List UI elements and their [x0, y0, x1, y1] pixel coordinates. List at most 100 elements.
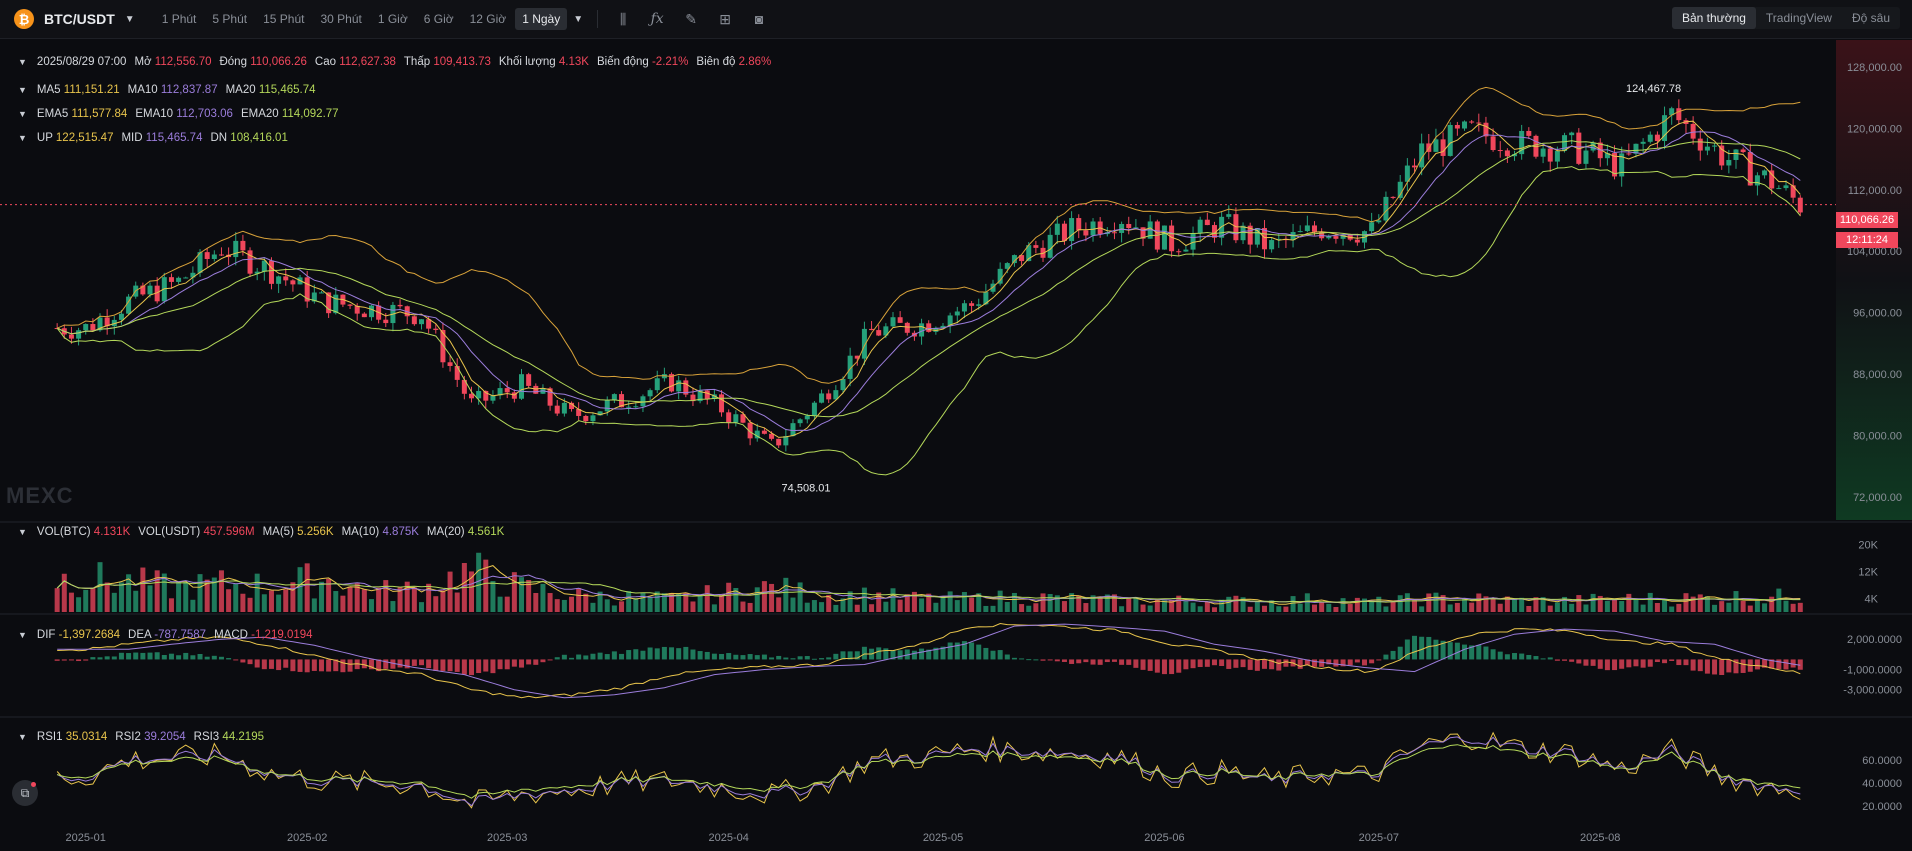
- macd-histogram-bar: [154, 652, 160, 660]
- volume-bar: [590, 602, 596, 612]
- candle-up: [590, 415, 596, 422]
- collapse-caret-icon[interactable]: ▼: [18, 630, 27, 640]
- candle-up: [276, 276, 282, 284]
- volume-bar: [1226, 596, 1232, 612]
- symbol-selector[interactable]: BTC/USDT: [44, 11, 115, 27]
- volume-bar: [619, 601, 625, 612]
- ema-legend: ▼ EMA5 111,577.84 EMA10 112,703.06 EMA20…: [18, 108, 339, 120]
- view-tradingview[interactable]: TradingView: [1756, 7, 1842, 29]
- macd-histogram-bar: [511, 659, 517, 667]
- macd-histogram-bar: [140, 652, 146, 660]
- boll-dn-value: 108,416.01: [230, 132, 288, 144]
- macd-histogram-bar: [1462, 644, 1468, 660]
- volume-bar: [1061, 601, 1067, 612]
- macd-histogram-bar: [1204, 659, 1210, 667]
- settings-fab-icon[interactable]: ⧉: [12, 780, 38, 806]
- price-tick-label: 80,000.00: [1853, 431, 1902, 443]
- collapse-caret-icon[interactable]: ▼: [18, 85, 27, 95]
- collapse-caret-icon[interactable]: ▼: [18, 57, 27, 67]
- layout-grid-icon[interactable]: ⊞: [716, 11, 734, 28]
- macd-histogram-bar: [1133, 659, 1139, 668]
- volume-bar: [340, 595, 346, 612]
- macd-histogram-bar: [454, 659, 460, 672]
- volume-bar: [1719, 601, 1725, 612]
- camera-icon[interactable]: ◙: [750, 11, 768, 27]
- candle-down: [1176, 251, 1182, 253]
- macd-histogram-bar: [490, 659, 496, 674]
- candle-up: [1369, 222, 1375, 232]
- collapse-caret-icon[interactable]: ▼: [18, 732, 27, 742]
- volume-bars-group: [54, 552, 1803, 612]
- candle-down: [726, 412, 732, 423]
- volume-bar: [890, 588, 896, 612]
- macd-histogram-bar: [661, 646, 667, 660]
- indicator-fx-icon[interactable]: ƒx: [648, 11, 666, 27]
- interval-tab-3[interactable]: 30 Phút: [313, 8, 368, 30]
- candle-down: [283, 276, 289, 281]
- volume-bar: [1047, 594, 1053, 612]
- volume-bar: [1326, 603, 1332, 612]
- volume-bar: [283, 589, 289, 612]
- interval-tab-2[interactable]: 15 Phút: [256, 8, 311, 30]
- candle-down: [1719, 145, 1725, 166]
- price-tick-label: 112,000.00: [1848, 185, 1902, 197]
- interval-tab-5[interactable]: 6 Giờ: [417, 8, 461, 30]
- amplitude-label: Biên độ: [696, 56, 736, 68]
- candle-down: [1454, 124, 1460, 129]
- interval-dropdown-caret-icon[interactable]: ▼: [573, 14, 583, 25]
- volume-bar: [1669, 606, 1675, 612]
- volume-bar: [1340, 598, 1346, 612]
- macd-histogram-bar: [1219, 659, 1225, 666]
- candle-down: [1526, 130, 1532, 136]
- volume-bar: [361, 589, 367, 612]
- volume-bar: [297, 567, 303, 612]
- volume-bar: [747, 602, 753, 612]
- candle-down: [1354, 239, 1360, 243]
- collapse-caret-icon[interactable]: ▼: [18, 109, 27, 119]
- price-tick-label: 120,000.00: [1847, 123, 1902, 135]
- candle-type-icon[interactable]: ⫼: [614, 11, 632, 28]
- macd-histogram-bar: [604, 654, 610, 660]
- volume-bar: [640, 592, 646, 612]
- macd-histogram-bar: [811, 658, 817, 660]
- volume-bar: [176, 581, 182, 612]
- volume-bar: [304, 563, 310, 612]
- candle-down: [68, 334, 74, 339]
- draw-pencil-icon[interactable]: ✎: [682, 11, 700, 28]
- symbol-dropdown-caret-icon[interactable]: ▼: [125, 14, 135, 25]
- volume-bar: [1276, 606, 1282, 612]
- candle-up: [604, 399, 610, 412]
- ma10-line: [56, 131, 1801, 432]
- view-standard[interactable]: Bản thường: [1671, 7, 1756, 29]
- price-chart-svg[interactable]: 2025-01 2025-02 2025-03 2025-04 2025-05 2025-…: [0, 39, 1912, 848]
- chart-area[interactable]: 2025-01 2025-02 2025-03 2025-04 2025-05 2025-…: [0, 39, 1912, 848]
- interval-tab-4[interactable]: 1 Giờ: [371, 8, 415, 30]
- volume-bar: [769, 583, 775, 612]
- collapse-caret-icon[interactable]: ▼: [18, 527, 27, 537]
- view-depth[interactable]: Độ sâu: [1842, 7, 1900, 29]
- volume-bar: [1197, 606, 1203, 612]
- dea-label: DEA: [128, 629, 152, 641]
- volume-bar: [1512, 598, 1518, 612]
- volume-bar: [433, 596, 439, 612]
- interval-tab-7[interactable]: 1 Ngày: [515, 8, 568, 30]
- ma-legend: ▼ MA5 111,151.21 MA10 112,837.87 MA20 11…: [18, 84, 316, 96]
- macd-histogram-bar: [1576, 659, 1582, 664]
- macd-histogram-bar: [226, 658, 232, 660]
- macd-histogram-bar: [1261, 659, 1267, 669]
- interval-tab-1[interactable]: 5 Phút: [205, 8, 254, 30]
- interval-tab-0[interactable]: 1 Phút: [155, 8, 204, 30]
- volume-bar: [1347, 604, 1353, 612]
- macd-histogram-bar: [1190, 659, 1196, 669]
- macd-histogram-bar: [197, 653, 203, 660]
- volume-bar: [1554, 602, 1560, 612]
- interval-tab-6[interactable]: 12 Giờ: [463, 8, 514, 30]
- macd-histogram-bar: [1383, 654, 1389, 660]
- collapse-caret-icon[interactable]: ▼: [18, 133, 27, 143]
- macd-histogram-bar: [1004, 654, 1010, 660]
- ma20-line: [56, 140, 1801, 418]
- vol-usdt-label: VOL(USDT): [138, 526, 201, 538]
- macd-histogram-bar: [876, 647, 882, 660]
- macd-histogram-bar: [1254, 659, 1260, 671]
- volume-bar: [383, 580, 389, 612]
